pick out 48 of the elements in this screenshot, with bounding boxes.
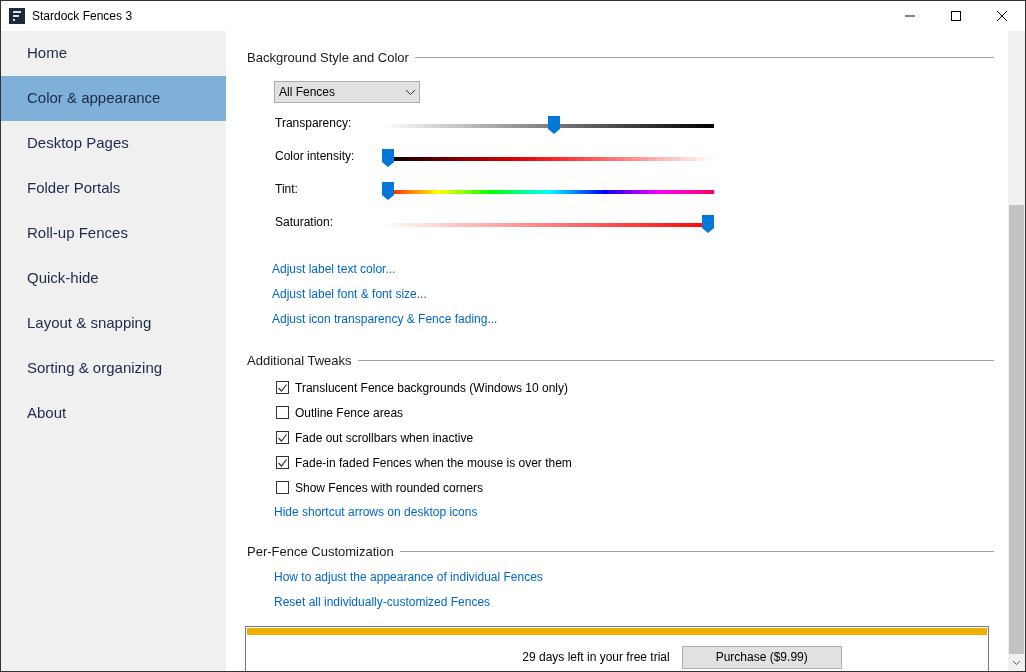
slider-thumb[interactable] (382, 181, 394, 200)
slider-thumb[interactable] (382, 148, 394, 167)
slider-thumb[interactable] (702, 214, 714, 233)
checkbox-option[interactable]: Show Fences with rounded corners (276, 479, 484, 496)
fence-dropdown[interactable]: All Fences (274, 81, 420, 103)
sidebar-item[interactable]: Color & appearance (1, 76, 226, 121)
link[interactable]: How to adjust the appearance of individual Fences (274, 569, 543, 586)
scrollbar-thumb[interactable] (1009, 205, 1024, 654)
checkbox[interactable] (276, 456, 289, 469)
checkbox-option[interactable]: Translucent Fence backgrounds (Windows 10 only) (276, 379, 569, 396)
sidebar-item[interactable]: Folder Portals (1, 166, 226, 211)
section-heading: Additional Tweaks (247, 352, 352, 369)
sidebar-item[interactable]: Quick-hide (1, 256, 226, 301)
link[interactable]: Adjust label text color... (272, 261, 396, 278)
sidebar-item[interactable]: Roll-up Fences (1, 211, 226, 256)
slider-label: Transparency: (275, 114, 353, 132)
link[interactable]: Hide shortcut arrows on desktop icons (274, 504, 478, 521)
checkbox[interactable] (276, 406, 289, 419)
checkbox-option[interactable]: Fade-in faded Fences when the mouse is over them (276, 454, 572, 471)
sidebar-item[interactable]: Sorting & organizing (1, 346, 226, 391)
checkbox-option[interactable]: Fade out scrollbars when inactive (276, 429, 474, 446)
chevron-down-icon (406, 89, 415, 95)
link[interactable]: Adjust icon transparency & Fence fading... (272, 311, 498, 328)
link[interactable]: Reset all individually-customized Fences (274, 594, 491, 611)
maximize-icon (951, 11, 961, 21)
scrollbar[interactable] (1008, 31, 1025, 671)
checkbox[interactable] (276, 481, 289, 494)
sidebar-item[interactable]: Desktop Pages (1, 121, 226, 166)
window-title: Stardock Fences 3 (32, 8, 133, 25)
slider-label: Tint: (275, 180, 299, 198)
section-heading: Background Style and Color (247, 49, 409, 66)
sidebar-item[interactable]: About (1, 391, 226, 436)
section-heading: Per-Fence Customization (247, 543, 394, 560)
checkbox[interactable] (276, 431, 289, 444)
app-logo-icon (9, 8, 25, 24)
close-icon (997, 11, 1007, 21)
purchase-button[interactable]: Purchase ($9.99) (681, 645, 842, 669)
sidebar-item[interactable]: Home (1, 31, 226, 76)
trial-message: 29 days left in your free trial (522, 649, 670, 666)
link[interactable]: Adjust label font & font size... (272, 286, 427, 303)
slider-label: Color intensity: (275, 147, 356, 165)
sidebar-item[interactable]: Layout & snapping (1, 301, 226, 346)
checkbox-option[interactable]: Outline Fence areas (276, 404, 404, 421)
slider-thumb[interactable] (548, 115, 561, 134)
slider[interactable] (382, 181, 714, 202)
checkbox[interactable] (276, 381, 289, 394)
slider-label: Saturation: (275, 213, 335, 231)
slider[interactable] (382, 148, 714, 169)
